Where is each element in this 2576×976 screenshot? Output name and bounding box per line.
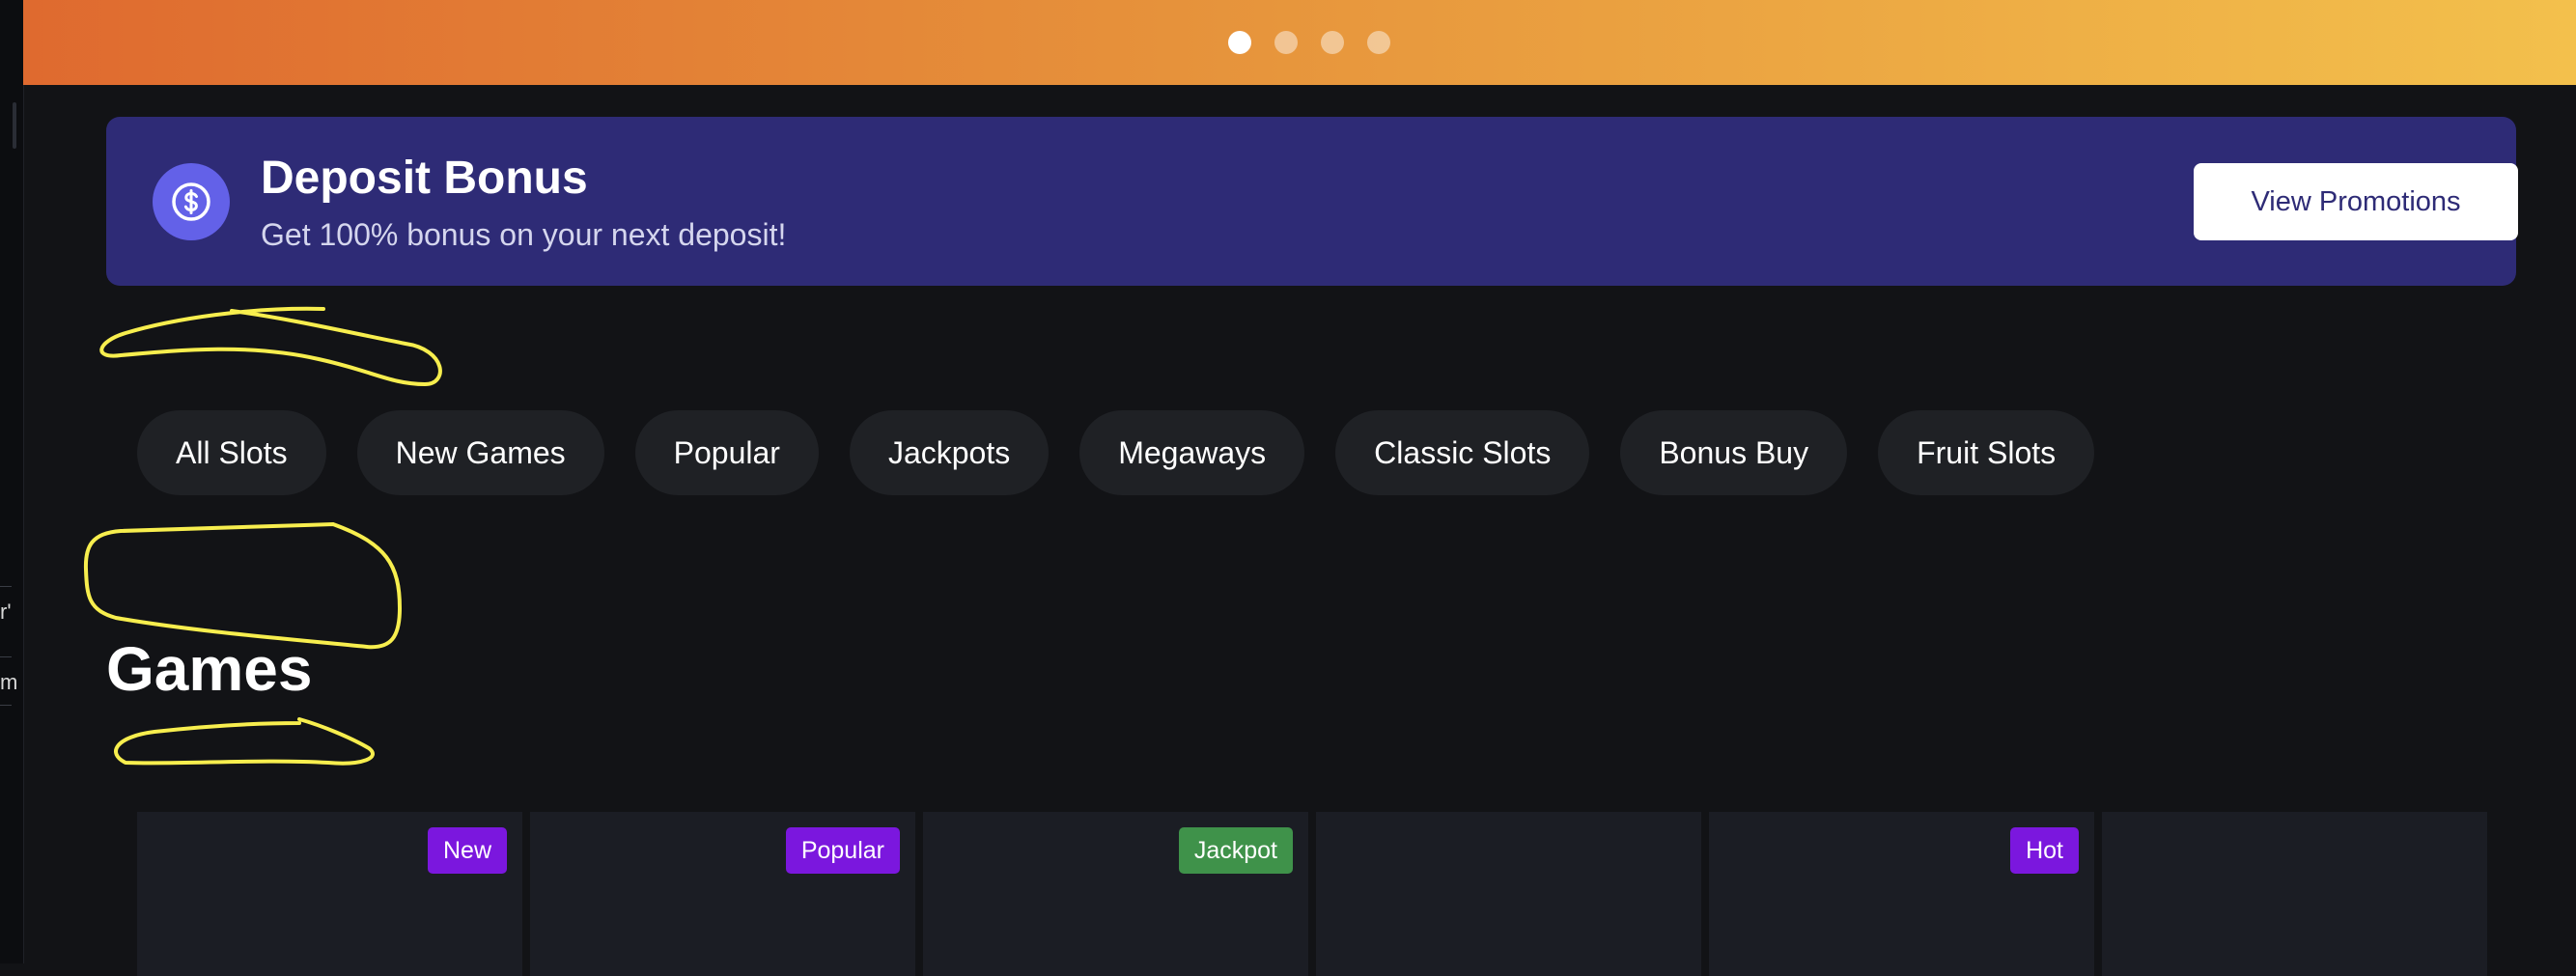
category-chip[interactable]: Jackpots — [849, 410, 1050, 495]
category-filter-bar: All Slots New Games Popular Jackpots Megaway… — [137, 410, 2095, 495]
game-badge: New — [427, 827, 507, 874]
category-chip[interactable]: Popular — [634, 410, 819, 495]
sidebar-divider — [0, 656, 12, 657]
dollar-circle-icon — [153, 163, 230, 240]
games-grid: New Popular Jackpot Hot — [137, 812, 2487, 976]
carousel-dot[interactable] — [1321, 31, 1344, 54]
game-badge: Popular — [785, 827, 900, 874]
scribble-stroke — [114, 717, 375, 766]
hero-banner — [23, 0, 2576, 85]
carousel-dot[interactable] — [1367, 31, 1390, 54]
carousel-dot[interactable] — [1228, 31, 1251, 54]
scribble-stroke — [83, 522, 402, 650]
promo-title: Deposit Bonus — [261, 153, 588, 204]
sidebar-fragment-text: m — [0, 670, 18, 694]
games-section-title: Games — [106, 634, 313, 704]
game-card[interactable]: New — [137, 812, 522, 976]
sidebar-divider — [0, 705, 12, 706]
sidebar-fragment-text: r' — [0, 600, 12, 624]
game-card[interactable] — [2102, 812, 2487, 976]
carousel-dot[interactable] — [1274, 31, 1298, 54]
sidebar-divider — [0, 586, 12, 587]
game-badge: Hot — [2010, 827, 2079, 874]
category-chip[interactable]: New Games — [356, 410, 604, 495]
game-badge: Jackpot — [1178, 827, 1293, 874]
game-card[interactable]: Jackpot — [923, 812, 1308, 976]
category-chip[interactable]: All Slots — [137, 410, 326, 495]
left-sidebar-edge: r' m — [0, 0, 24, 963]
promo-subtitle: Get 100% bonus on your next deposit! — [261, 217, 787, 252]
carousel-dots — [1228, 31, 1390, 54]
game-card[interactable]: Popular — [530, 812, 915, 976]
sidebar-scrollbar[interactable] — [13, 102, 16, 149]
game-card[interactable] — [1316, 812, 1701, 976]
deposit-bonus-banner: Deposit Bonus Get 100% bonus on your nex… — [106, 117, 2518, 286]
category-chip[interactable]: Bonus Buy — [1620, 410, 1848, 495]
category-chip[interactable]: Megaways — [1079, 410, 1305, 495]
scribble-stroke — [99, 306, 442, 386]
category-chip[interactable]: Fruit Slots — [1878, 410, 2095, 495]
view-promotions-button[interactable]: View Promotions — [2194, 163, 2518, 240]
game-card[interactable]: Hot — [1709, 812, 2094, 976]
category-chip[interactable]: Classic Slots — [1335, 410, 1590, 495]
